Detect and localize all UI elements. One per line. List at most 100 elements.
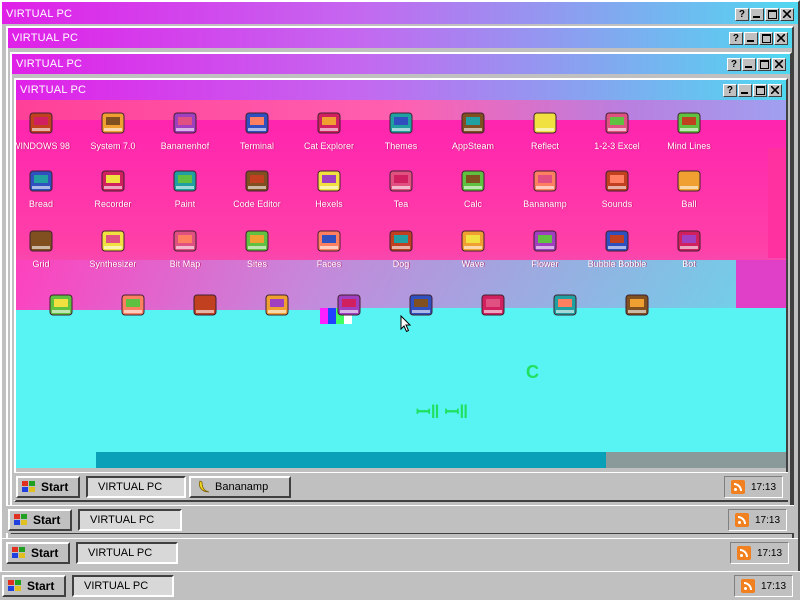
desktop-icon[interactable]: Bread bbox=[16, 168, 76, 209]
desktop-icon[interactable]: Sites bbox=[222, 228, 292, 269]
desktop-icon[interactable]: Code Editor bbox=[222, 168, 292, 209]
desktop-icon[interactable] bbox=[386, 292, 456, 323]
desktop-icon-label: WINDOWS 98 bbox=[16, 141, 70, 151]
close-button[interactable] bbox=[772, 57, 786, 71]
minimize-button[interactable] bbox=[742, 57, 756, 71]
close-button[interactable] bbox=[780, 7, 794, 21]
desktop-icon[interactable]: Grid bbox=[16, 228, 76, 269]
banana-icon bbox=[530, 168, 560, 196]
minimize-button[interactable] bbox=[738, 83, 752, 97]
desktop-icon[interactable] bbox=[530, 292, 600, 323]
taskbar-2: Start VIRTUAL PC 17:13 bbox=[6, 505, 794, 533]
desktop-icon[interactable]: Bubble Bobble bbox=[582, 228, 652, 269]
desktop-icon[interactable] bbox=[458, 292, 528, 323]
desktop-icon-label: Bubble Bobble bbox=[587, 259, 647, 269]
desktop-icon[interactable]: 1-2-3 Excel bbox=[582, 110, 652, 151]
minimize-icon bbox=[753, 16, 760, 18]
start-button[interactable]: Start bbox=[16, 476, 80, 498]
task-bananamp[interactable]: Bananamp bbox=[189, 476, 291, 498]
title-bar[interactable]: VIRTUAL PC ? bbox=[12, 54, 790, 74]
face-icon bbox=[314, 228, 344, 256]
desktop-icon[interactable]: Synthesizer bbox=[78, 228, 148, 269]
task-virtual-pc[interactable]: VIRTUAL PC bbox=[72, 575, 174, 597]
desktop-icon[interactable]: Themes bbox=[366, 110, 436, 151]
desktop-icon[interactable]: Paint bbox=[150, 168, 220, 209]
start-button[interactable]: Start bbox=[8, 509, 72, 531]
minimize-button[interactable] bbox=[744, 31, 758, 45]
desktop-icon[interactable] bbox=[242, 292, 312, 323]
title-bar[interactable]: VIRTUAL PC ? bbox=[2, 2, 798, 24]
clock[interactable]: 17:13 bbox=[761, 581, 786, 592]
title-bar[interactable]: VIRTUAL PC ? bbox=[16, 80, 786, 100]
desktop-icon[interactable] bbox=[170, 292, 240, 323]
task-virtual-pc[interactable]: VIRTUAL PC bbox=[76, 542, 178, 564]
start-button[interactable]: Start bbox=[2, 575, 66, 597]
system-tray: 17:13 bbox=[734, 575, 794, 597]
desktop-icon[interactable]: Sounds bbox=[582, 168, 652, 209]
desktop-icon[interactable]: Faces bbox=[294, 228, 364, 269]
desktop-icon-label: System 7.0 bbox=[90, 141, 136, 151]
window-title: VIRTUAL PC bbox=[6, 8, 73, 20]
task-virtual-pc[interactable]: VIRTUAL PC bbox=[86, 476, 186, 498]
desktop-icon[interactable]: Flower bbox=[510, 228, 580, 269]
desktop-icon[interactable]: Calc bbox=[438, 168, 508, 209]
desktop-icon[interactable] bbox=[26, 292, 96, 323]
desktop-icon[interactable]: AppSteam bbox=[438, 110, 508, 151]
desktop-icon[interactable]: Recorder bbox=[78, 168, 148, 209]
desktop-icon[interactable]: Bananenhof bbox=[150, 110, 220, 151]
desktop-icon[interactable]: Hexels bbox=[294, 168, 364, 209]
desktop-icon[interactable] bbox=[314, 292, 384, 323]
help-button[interactable]: ? bbox=[727, 57, 741, 71]
cabinet-icon bbox=[118, 292, 148, 320]
desktop[interactable]: C ꟷ‖ ꟷ‖ WINDOWS 98 System 7.0 Bananenhof Te… bbox=[16, 100, 786, 468]
maximize-button[interactable] bbox=[753, 83, 767, 97]
help-button[interactable]: ? bbox=[735, 7, 749, 21]
desktop-icon-label: Hexels bbox=[315, 199, 343, 209]
window-title: VIRTUAL PC bbox=[12, 32, 79, 44]
minimize-icon bbox=[741, 92, 748, 94]
desktop-icon[interactable]: Mind Lines bbox=[654, 110, 724, 151]
desktop-icon[interactable]: Dog bbox=[366, 228, 436, 269]
desktop-icon[interactable]: Bananamp bbox=[510, 168, 580, 209]
desktop-icon[interactable]: Cat Explorer bbox=[294, 110, 364, 151]
desktop-icon[interactable]: Reflect bbox=[510, 110, 580, 151]
desktop-icon[interactable]: Bit Map bbox=[150, 228, 220, 269]
help-button[interactable]: ? bbox=[729, 31, 743, 45]
task-label: VIRTUAL PC bbox=[84, 580, 149, 592]
start-label: Start bbox=[33, 513, 61, 527]
desktop-icon-label: Sites bbox=[246, 259, 267, 269]
desktop-icon[interactable]: Tea bbox=[366, 168, 436, 209]
title-bar[interactable]: VIRTUAL PC ? bbox=[8, 28, 792, 48]
desktop-icon[interactable]: Wave bbox=[438, 228, 508, 269]
paint-icon bbox=[386, 110, 416, 138]
maximize-button[interactable] bbox=[765, 7, 779, 21]
rss-icon[interactable] bbox=[735, 513, 749, 527]
desktop-icon[interactable]: Terminal bbox=[222, 110, 292, 151]
desktop-icon[interactable]: Bot bbox=[654, 228, 724, 269]
clock[interactable]: 17:13 bbox=[757, 548, 782, 559]
desktop-icon[interactable]: WINDOWS 98 bbox=[16, 110, 76, 151]
rss-icon[interactable] bbox=[741, 579, 755, 593]
help-button[interactable]: ? bbox=[723, 83, 737, 97]
desktop-icon[interactable]: System 7.0 bbox=[78, 110, 148, 151]
rss-icon[interactable] bbox=[731, 480, 745, 494]
maximize-button[interactable] bbox=[757, 57, 771, 71]
desktop-icon[interactable]: Ball bbox=[654, 168, 724, 209]
minimize-button[interactable] bbox=[750, 7, 764, 21]
clock[interactable]: 17:13 bbox=[755, 515, 780, 526]
close-button[interactable] bbox=[768, 83, 782, 97]
lambda-icon bbox=[262, 292, 292, 320]
ball-icon bbox=[674, 168, 704, 196]
close-button[interactable] bbox=[774, 31, 788, 45]
start-button[interactable]: Start bbox=[6, 542, 70, 564]
task-virtual-pc[interactable]: VIRTUAL PC bbox=[78, 509, 182, 531]
desktop-icon[interactable] bbox=[98, 292, 168, 323]
desktop-icon-label: Bread bbox=[28, 199, 54, 209]
glitch-block bbox=[768, 148, 786, 258]
rss-icon[interactable] bbox=[737, 546, 751, 560]
desktop-icon[interactable] bbox=[602, 292, 672, 323]
cherry-icon bbox=[458, 110, 488, 138]
maximize-button[interactable] bbox=[759, 31, 773, 45]
clock[interactable]: 17:13 bbox=[751, 482, 776, 493]
task-label: VIRTUAL PC bbox=[90, 514, 155, 526]
